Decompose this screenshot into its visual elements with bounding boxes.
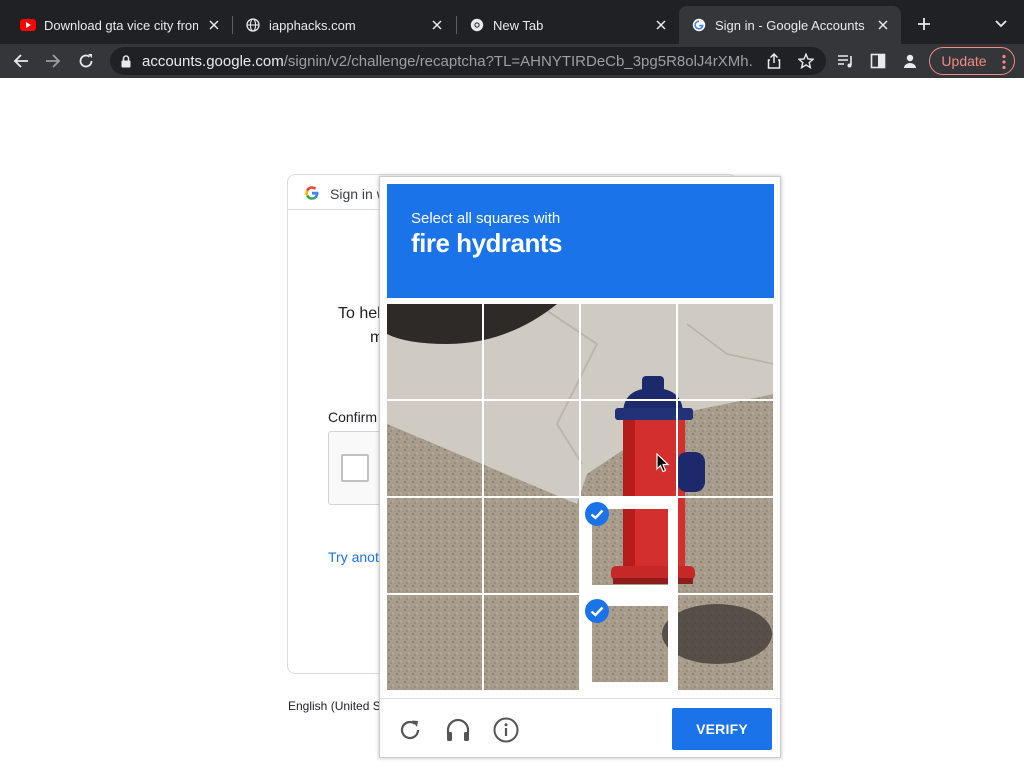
browser-toolbar: accounts.google.com/signin/v2/challenge/…	[0, 44, 1024, 78]
chevron-down-icon	[995, 20, 1007, 28]
tab-search-button[interactable]	[990, 14, 1012, 34]
tab-youtube[interactable]: Download gta vice city from	[8, 6, 232, 44]
url-path: /signin/v2/challenge/recaptcha?TL=AHNYTI…	[283, 53, 752, 70]
bookmark-star-icon[interactable]	[796, 51, 816, 71]
info-icon	[493, 717, 519, 743]
tab-iapphacks[interactable]: iapphacks.com	[233, 6, 455, 44]
reload-icon	[400, 720, 420, 740]
image-tile[interactable]	[678, 401, 773, 496]
verify-button[interactable]: VERIFY	[672, 708, 772, 750]
tab-title: Download gta vice city from	[44, 17, 198, 33]
url-host: accounts.google.com	[142, 53, 284, 70]
youtube-icon	[20, 17, 36, 33]
reload-challenge-button[interactable]	[396, 716, 424, 744]
playlist-icon	[838, 55, 852, 68]
challenge-header: Select all squares with fire hydrants	[387, 184, 774, 298]
image-tile[interactable]	[387, 498, 482, 593]
google-logo-icon	[305, 186, 319, 200]
close-tab-icon[interactable]	[429, 17, 445, 33]
chrome-icon	[469, 17, 485, 33]
close-tab-icon[interactable]	[206, 17, 222, 33]
challenge-target: fire hydrants	[411, 228, 563, 258]
challenge-footer: VERIFY	[380, 698, 780, 758]
arrow-left-icon	[13, 54, 28, 68]
tab-title: New Tab	[493, 17, 544, 33]
image-tile[interactable]	[484, 304, 579, 399]
info-button[interactable]	[492, 716, 520, 744]
confirm-label: Confirm	[328, 409, 378, 425]
media-controls-button[interactable]	[834, 49, 858, 73]
image-tile-selected[interactable]	[581, 595, 676, 690]
person-icon	[904, 54, 916, 68]
recaptcha-checkbox[interactable]	[341, 454, 369, 482]
tab-strip: Download gta vice city from iapphacks.co…	[0, 0, 1024, 44]
recaptcha-challenge: Select all squares with fire hydrants VE…	[379, 176, 781, 758]
image-tile[interactable]	[581, 304, 676, 399]
reload-button[interactable]	[74, 49, 98, 73]
image-tile-selected[interactable]	[581, 498, 676, 593]
profile-button[interactable]	[898, 49, 922, 73]
tab-title: iapphacks.com	[269, 17, 356, 33]
reload-icon	[79, 54, 93, 68]
plus-icon	[918, 18, 930, 30]
image-tile[interactable]	[678, 595, 773, 690]
image-tile[interactable]	[387, 595, 482, 690]
back-button[interactable]	[9, 49, 33, 73]
share-icon[interactable]	[764, 51, 784, 71]
image-tile[interactable]	[678, 304, 773, 399]
tab-google-signin[interactable]: Sign in - Google Accounts	[679, 6, 901, 44]
close-tab-icon[interactable]	[875, 17, 891, 33]
image-tile[interactable]	[484, 595, 579, 690]
challenge-image-grid	[387, 304, 774, 691]
mouse-cursor-icon	[656, 453, 670, 473]
image-tile[interactable]	[484, 401, 579, 496]
tab-new-tab[interactable]: New Tab	[457, 6, 679, 44]
checkmark-icon	[585, 502, 609, 526]
challenge-prompt: Select all squares with	[411, 210, 561, 227]
language-selector[interactable]: English (United S	[288, 699, 381, 713]
try-another-way-link[interactable]: Try anot	[328, 549, 379, 565]
update-label: Update	[941, 53, 987, 69]
side-panel-button[interactable]	[866, 49, 890, 73]
address-bar[interactable]: accounts.google.com/signin/v2/challenge/…	[110, 47, 826, 75]
headphones-icon	[446, 718, 470, 741]
image-tile[interactable]	[484, 498, 579, 593]
image-tile[interactable]	[678, 498, 773, 593]
image-tile[interactable]	[387, 401, 482, 496]
signin-intro-text: To hel	[338, 305, 381, 322]
more-vert-icon[interactable]	[1002, 54, 1006, 70]
url-text[interactable]: accounts.google.com/signin/v2/challenge/…	[142, 53, 752, 70]
arrow-right-icon	[46, 54, 61, 68]
google-icon	[691, 17, 707, 33]
checkmark-icon	[585, 599, 609, 623]
audio-challenge-button[interactable]	[444, 716, 472, 744]
side-panel-icon	[870, 53, 886, 69]
tab-title: Sign in - Google Accounts	[715, 17, 865, 33]
update-button[interactable]: Update	[929, 47, 1015, 75]
lock-icon[interactable]	[118, 53, 134, 69]
forward-button[interactable]	[41, 49, 65, 73]
image-tile[interactable]	[387, 304, 482, 399]
globe-icon	[245, 17, 261, 33]
close-tab-icon[interactable]	[653, 17, 669, 33]
image-tile[interactable]	[581, 401, 676, 496]
new-tab-button[interactable]	[912, 12, 936, 36]
